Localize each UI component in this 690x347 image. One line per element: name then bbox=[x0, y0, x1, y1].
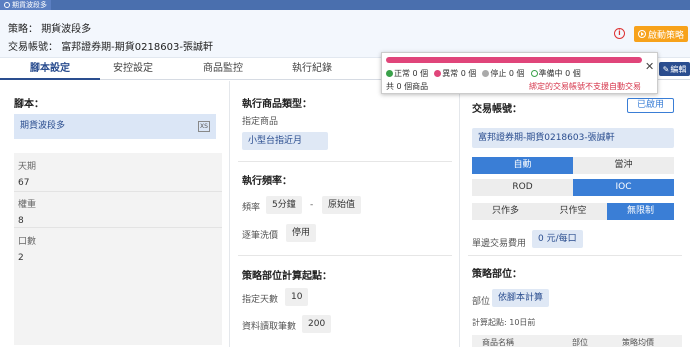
freq-separator: - bbox=[310, 200, 314, 210]
ring-dot-icon bbox=[530, 70, 538, 77]
records-label: 資料讀取筆數 bbox=[242, 322, 297, 332]
tab-risk-control[interactable]: 安控設定 bbox=[100, 58, 166, 80]
start-strategy-label: 啟動策略 bbox=[647, 30, 684, 41]
position-label: 部位 bbox=[472, 297, 491, 307]
divider bbox=[468, 255, 682, 256]
status-stats: 正常 0 個 異常 0 個 停止 0 個 準備中 0 個 bbox=[386, 68, 581, 79]
stat-preparing-label: 準備中 0 個 bbox=[538, 69, 581, 78]
status-progress-bar bbox=[386, 57, 642, 63]
direction-long[interactable]: 只作多 bbox=[472, 203, 539, 220]
strategy-line: 策略： 期貨波段多 bbox=[8, 20, 91, 35]
param-period: 天期 67 bbox=[18, 159, 36, 188]
trade-enabled-button[interactable]: 已啟用 bbox=[627, 98, 674, 113]
trade-title: 交易帳號： bbox=[472, 104, 522, 115]
freq-source[interactable]: 原始值 bbox=[322, 196, 362, 214]
direction-unlimited[interactable]: 無限制 bbox=[607, 203, 674, 220]
stat-normal-label: 正常 0 個 bbox=[394, 69, 429, 78]
play-icon bbox=[637, 30, 646, 38]
script-name: 期貨波段多 bbox=[20, 121, 66, 131]
window-tab[interactable]: 期貨波段多 bbox=[0, 0, 51, 10]
tick-label: 逐筆洗價 bbox=[242, 231, 279, 241]
calc-start-label: 計算起點: 10日前 bbox=[472, 318, 536, 327]
param-weight-value: 8 bbox=[18, 216, 24, 226]
script-title: 腳本： bbox=[14, 99, 44, 110]
exec-type-title: 執行商品類型： bbox=[242, 99, 312, 110]
stat-stopped-label: 停止 0 個 bbox=[490, 69, 525, 78]
strategy-value: 期貨波段多 bbox=[41, 24, 92, 35]
param-period-value: 67 bbox=[18, 178, 30, 188]
col-position: 部位 bbox=[572, 338, 588, 347]
exec-type-label: 指定商品 bbox=[242, 117, 279, 127]
stat-preparing: 準備中 0 個 bbox=[530, 68, 581, 79]
exec-type-value[interactable]: 小型台指近月 bbox=[242, 132, 328, 150]
tick-value[interactable]: 停用 bbox=[286, 224, 317, 242]
edit-icon: ✎ bbox=[662, 64, 670, 74]
records-value[interactable]: 200 bbox=[302, 315, 332, 333]
edit-button[interactable]: ✎ 編輯 bbox=[659, 62, 690, 76]
days-value[interactable]: 10 bbox=[285, 288, 309, 306]
direction-short[interactable]: 只作空 bbox=[539, 203, 607, 220]
position-table-header: 商品名稱 部位 策略均價 bbox=[472, 335, 682, 347]
product-summary: 共 0 個商品 bbox=[386, 82, 429, 91]
stat-normal: 正常 0 個 bbox=[386, 68, 428, 79]
window-tab-title: 期貨波段多 bbox=[12, 1, 47, 9]
freq-title: 執行頻率： bbox=[242, 176, 292, 187]
green-dot-icon bbox=[386, 70, 393, 77]
fee-value[interactable]: 0 元/每口 bbox=[532, 230, 583, 248]
position-value[interactable]: 依腳本計算 bbox=[492, 289, 550, 307]
mode-auto[interactable]: 自動 bbox=[472, 157, 573, 174]
script-clear-icon[interactable]: XS bbox=[198, 121, 210, 132]
tab-script-settings[interactable]: 腳本設定 bbox=[0, 58, 100, 80]
freq-value[interactable]: 5分鐘 bbox=[266, 196, 302, 214]
execution-column: 執行商品類型： 指定商品 小型台指近月 執行頻率： 頻率 5分鐘 - 原始值 逐… bbox=[230, 81, 460, 347]
gray-dot-icon bbox=[482, 70, 490, 77]
script-selector[interactable]: 期貨波段多 XS bbox=[14, 114, 216, 139]
stat-stopped: 停止 0 個 bbox=[482, 68, 525, 79]
position-title: 策略部位： bbox=[472, 269, 522, 280]
account-warning: 綁定的交易帳號不支援自動交易 bbox=[529, 82, 641, 91]
order-rod[interactable]: ROD bbox=[472, 179, 573, 196]
param-weight: 權重 8 bbox=[18, 197, 36, 226]
account-value: 富邦證券期-期貨0218603-張誠軒 bbox=[61, 42, 213, 53]
tab-product-monitor[interactable]: 商品監控 bbox=[183, 58, 263, 80]
window-titlebar: 期貨波段多 bbox=[0, 0, 690, 10]
param-weight-key: 權重 bbox=[18, 200, 37, 210]
freq-label: 頻率 bbox=[242, 203, 261, 213]
stat-abnormal-label: 異常 0 個 bbox=[442, 69, 477, 78]
divider bbox=[238, 161, 452, 162]
close-icon[interactable]: ✕ bbox=[645, 60, 654, 73]
info-icon[interactable]: i bbox=[614, 28, 625, 39]
status-popup: ✕ 正常 0 個 異常 0 個 停止 0 個 準備中 0 個 共 0 個商品 綁… bbox=[381, 52, 658, 94]
strategy-label: 策略： bbox=[8, 24, 38, 35]
edit-button-label: 編輯 bbox=[670, 64, 687, 74]
mode-daytrade[interactable]: 當沖 bbox=[573, 157, 674, 174]
fee-label: 單邊交易費用 bbox=[472, 239, 527, 249]
divider bbox=[238, 255, 452, 256]
tab-execution-log[interactable]: 執行紀錄 bbox=[276, 58, 348, 80]
stat-abnormal: 異常 0 個 bbox=[434, 68, 476, 79]
col-avg-price: 策略均價 bbox=[622, 338, 654, 347]
calc-title: 策略部位計算起點： bbox=[242, 271, 332, 282]
script-column: 腳本： 期貨波段多 XS 天期 67 權重 8 口數 2 bbox=[0, 81, 230, 347]
order-ioc[interactable]: IOC bbox=[573, 179, 674, 196]
param-lots-value: 2 bbox=[18, 253, 24, 263]
red-dot-icon bbox=[434, 70, 442, 77]
script-params-panel: 天期 67 權重 8 口數 2 bbox=[14, 153, 222, 345]
param-lots-key: 口數 bbox=[18, 237, 37, 247]
days-label: 指定天數 bbox=[242, 295, 279, 305]
strategy-header: 策略： 期貨波段多 交易帳號： 富邦證券期-期貨0218603-張誠軒 i 啟動… bbox=[0, 10, 690, 58]
trade-account-value[interactable]: 富邦證券期-期貨0218603-張誠軒 bbox=[472, 128, 674, 148]
param-period-key: 天期 bbox=[18, 162, 37, 172]
account-line: 交易帳號： 富邦證券期-期貨0218603-張誠軒 bbox=[8, 38, 213, 53]
account-label: 交易帳號： bbox=[8, 42, 58, 53]
trade-column: 交易帳號： 已啟用 富邦證券期-期貨0218603-張誠軒 自動 當沖 ROD … bbox=[460, 81, 690, 347]
app-icon bbox=[4, 2, 10, 8]
divider bbox=[14, 227, 222, 228]
param-lots: 口數 2 bbox=[18, 234, 36, 263]
start-strategy-button[interactable]: 啟動策略 bbox=[634, 26, 688, 42]
divider bbox=[14, 191, 222, 192]
col-product-name: 商品名稱 bbox=[482, 338, 514, 347]
